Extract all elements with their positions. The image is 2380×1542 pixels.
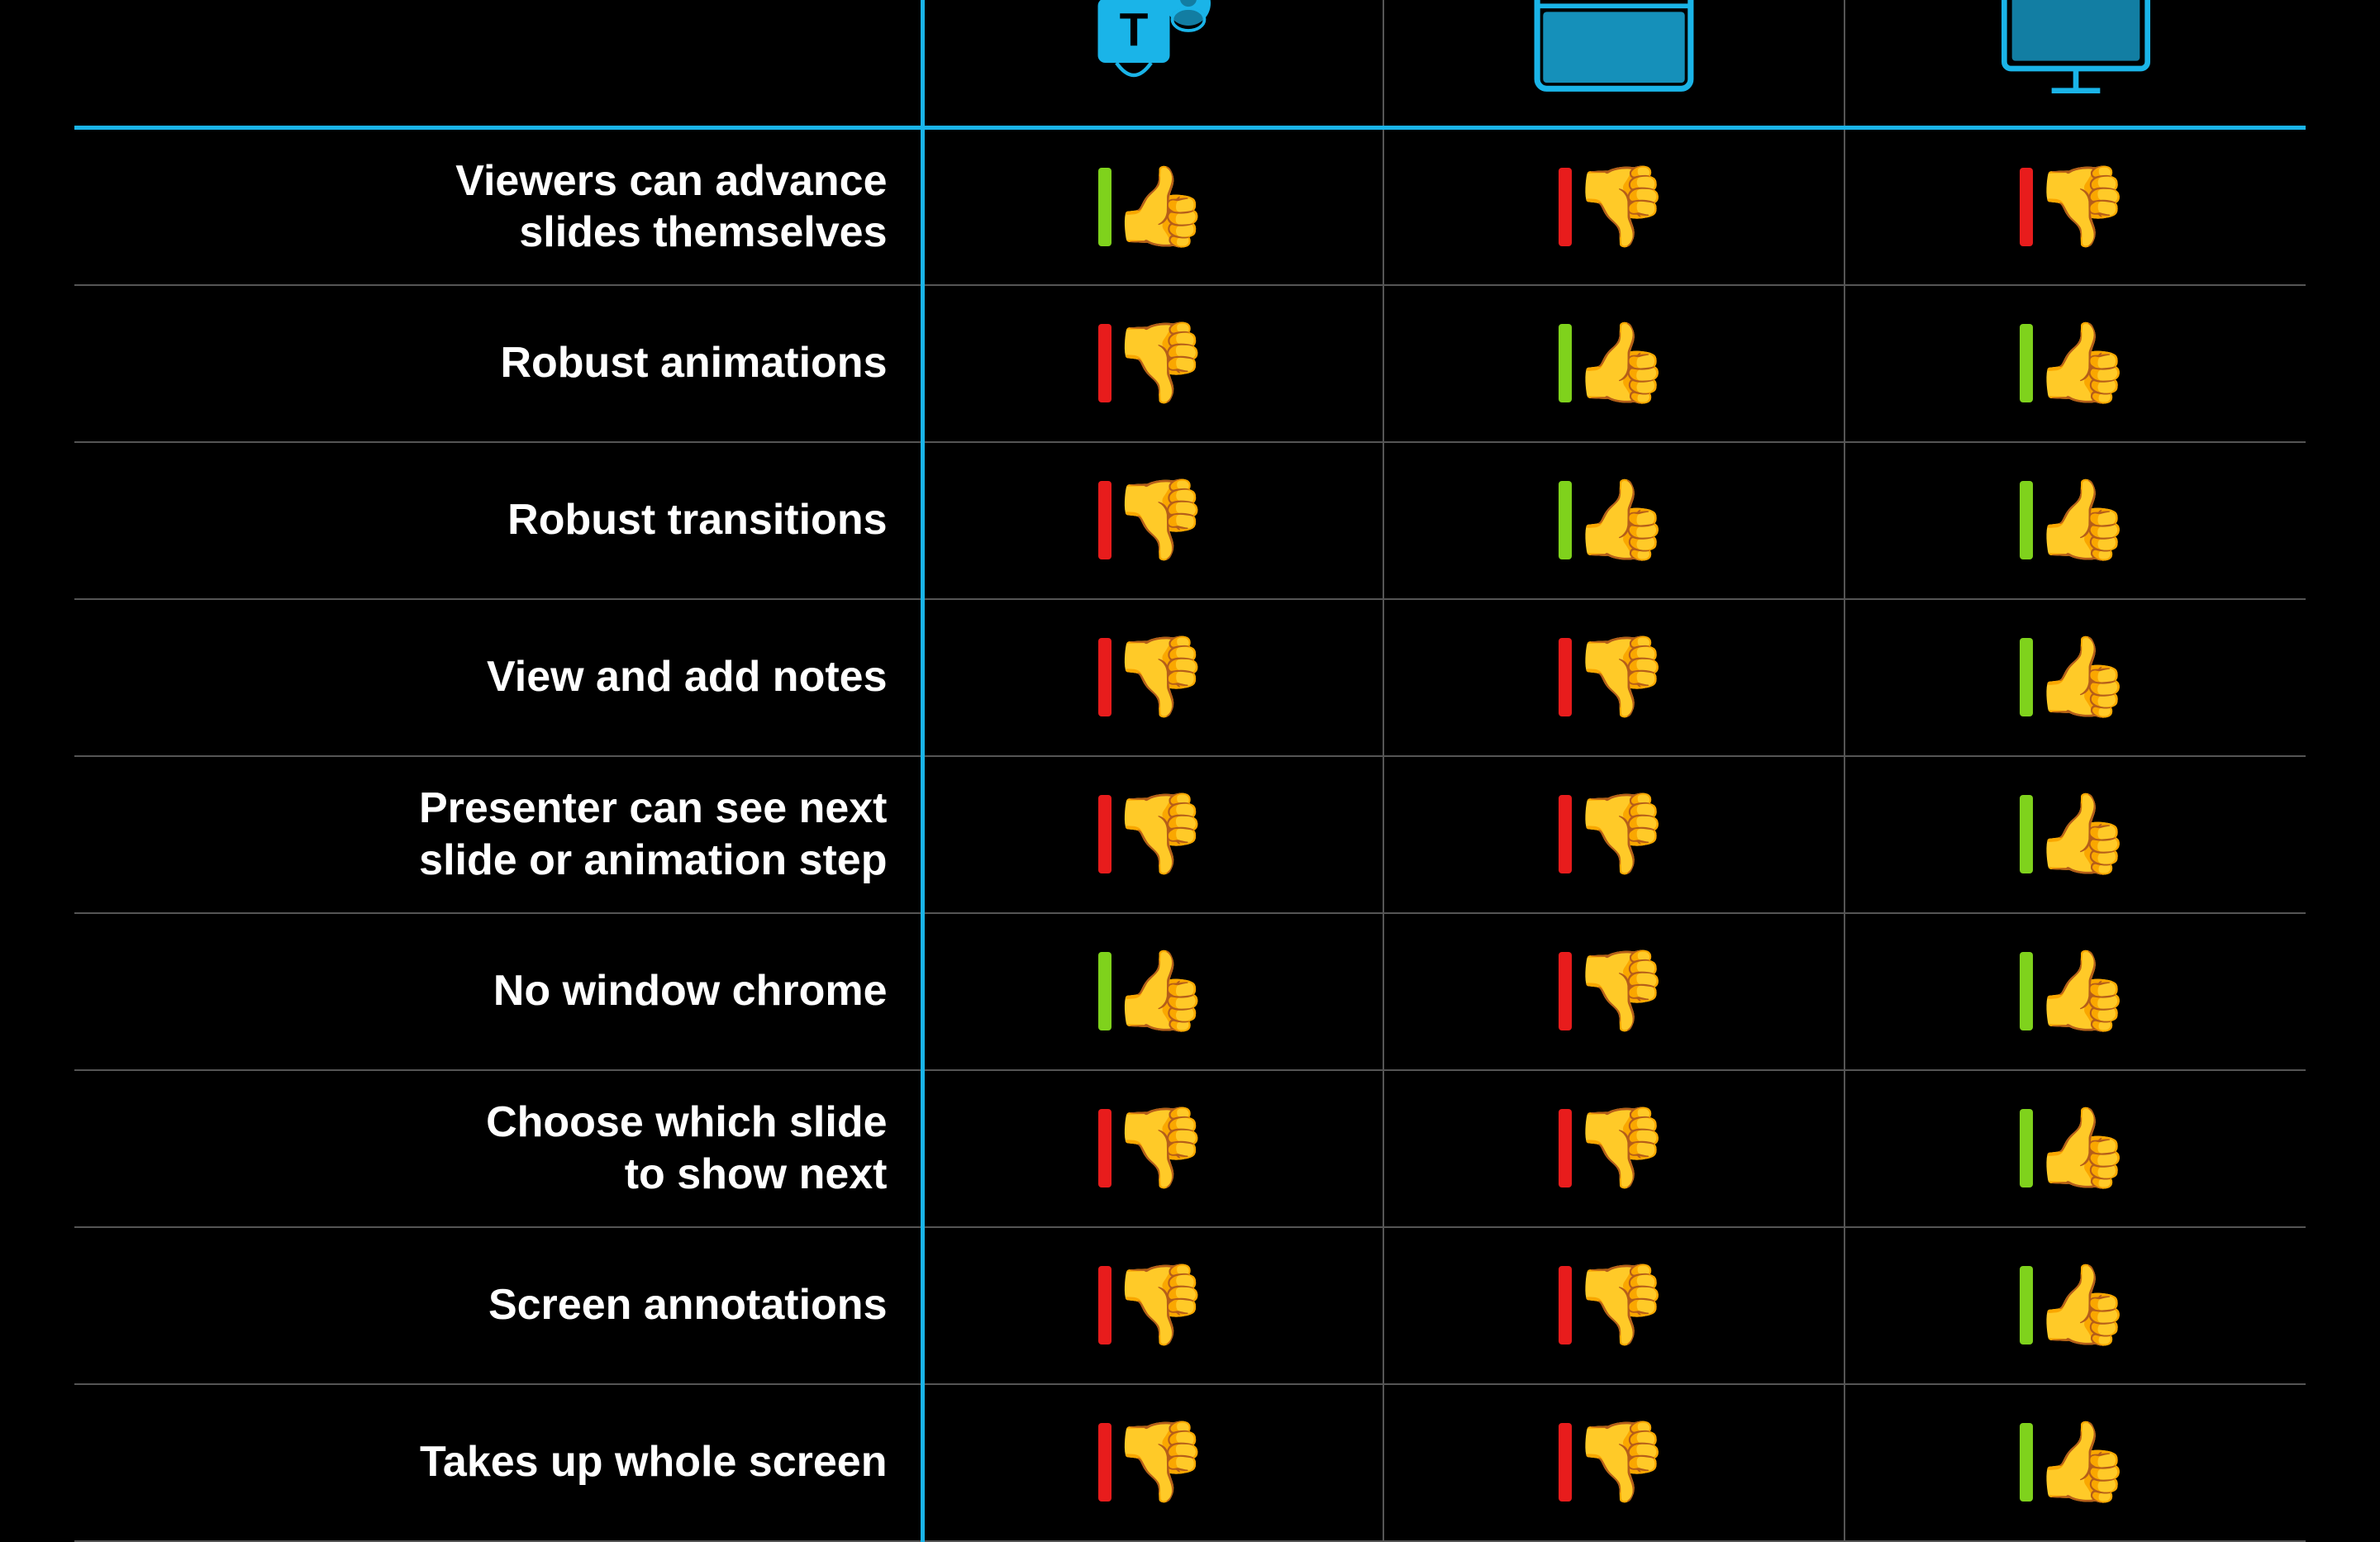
- header-browser-col: [1383, 0, 1844, 128]
- table-row: No window chrome👍👎👍: [74, 913, 2306, 1070]
- table-row: View and add notes👎👎👍: [74, 599, 2306, 756]
- header-desktop-col: [1844, 0, 2306, 128]
- thumbs-down-red: 👎: [1401, 952, 1827, 1030]
- desktop-cell: 👍: [1844, 1070, 2306, 1227]
- thumbs-down-red: 👎: [1401, 1423, 1827, 1502]
- row-label: Choose which slideto show next: [74, 1070, 922, 1227]
- thumbs-up-green: 👍: [1862, 324, 2289, 402]
- browser-cell: 👎: [1383, 128, 1844, 285]
- browser-cell: 👎: [1383, 913, 1844, 1070]
- table-row: Presenter can see nextslide or animation…: [74, 756, 2306, 913]
- row-label: No window chrome: [74, 913, 922, 1070]
- thumbs-up-green: 👍: [1862, 1423, 2289, 1502]
- teams-cell: 👎: [922, 599, 1383, 756]
- browser-icon: [1392, 0, 1835, 102]
- thumbs-down-red: 👎: [941, 638, 1367, 716]
- row-label: Takes up whole screen: [74, 1384, 922, 1541]
- teams-cell: 👍: [922, 913, 1383, 1070]
- thumbs-down-red: 👎: [1401, 638, 1827, 716]
- row-label: Viewers can advanceslides themselves: [74, 128, 922, 285]
- thumbs-up-green: 👍: [1862, 481, 2289, 559]
- table-row: Takes up whole screen👎👎👍: [74, 1384, 2306, 1541]
- thumbs-down-red: 👎: [1401, 1266, 1827, 1344]
- thumbs-up-green: 👍: [1862, 952, 2289, 1030]
- thumbs-down-red: 👎: [941, 1109, 1367, 1187]
- browser-cell: 👎: [1383, 756, 1844, 913]
- thumbs-down-red: 👎: [1401, 795, 1827, 873]
- thumbs-down-red: 👎: [1401, 168, 1827, 246]
- thumbs-up-green: 👍: [1401, 324, 1827, 402]
- table-row: Viewers can advanceslides themselves👍 👎 👎: [74, 128, 2306, 285]
- row-label: View and add notes: [74, 599, 922, 756]
- desktop-cell: 👍: [1844, 442, 2306, 599]
- browser-cell: 👎: [1383, 599, 1844, 756]
- row-label: Presenter can see nextslide or animation…: [74, 756, 922, 913]
- browser-cell: 👍: [1383, 442, 1844, 599]
- desktop-cell: 👍: [1844, 285, 2306, 442]
- monitor-icon: [1854, 0, 2297, 102]
- teams-icon: T: [933, 0, 1375, 102]
- thumbs-down-red: 👎: [1401, 1109, 1827, 1187]
- thumbs-up-green: 👍: [941, 168, 1367, 246]
- browser-cell: 👍: [1383, 285, 1844, 442]
- thumbs-down-red: 👎: [941, 795, 1367, 873]
- teams-cell: 👎: [922, 756, 1383, 913]
- browser-cell: 👎: [1383, 1227, 1844, 1384]
- teams-cell: 👎: [922, 442, 1383, 599]
- desktop-cell: 👍: [1844, 599, 2306, 756]
- desktop-cell: 👎: [1844, 128, 2306, 285]
- comparison-table: T: [74, 0, 2306, 1542]
- browser-cell: 👎: [1383, 1070, 1844, 1227]
- thumbs-up-green: 👍: [1862, 1109, 2289, 1187]
- browser-cell: 👎: [1383, 1384, 1844, 1541]
- thumbs-down-red: 👎: [941, 1266, 1367, 1344]
- teams-cell: 👎: [922, 1384, 1383, 1541]
- table-row: Robust animations👎 👍 👍: [74, 285, 2306, 442]
- teams-cell: 👎: [922, 1227, 1383, 1384]
- table-row: Choose which slideto show next👎👎👍: [74, 1070, 2306, 1227]
- row-label: Robust transitions: [74, 442, 922, 599]
- thumbs-up-green: 👍: [1862, 638, 2289, 716]
- row-label: Screen annotations: [74, 1227, 922, 1384]
- table-row: Screen annotations👎👎👍: [74, 1227, 2306, 1384]
- teams-cell: 👎: [922, 1070, 1383, 1227]
- thumbs-up-green: 👍: [1862, 795, 2289, 873]
- svg-text:T: T: [1119, 3, 1148, 56]
- thumbs-down-red: 👎: [1862, 168, 2289, 246]
- desktop-cell: 👍: [1844, 913, 2306, 1070]
- desktop-cell: 👍: [1844, 1227, 2306, 1384]
- thumbs-down-red: 👎: [941, 1423, 1367, 1502]
- desktop-cell: 👍: [1844, 756, 2306, 913]
- thumbs-up-green: 👍: [1401, 481, 1827, 559]
- header-row: T: [74, 0, 2306, 128]
- row-label: Robust animations: [74, 285, 922, 442]
- thumbs-down-red: 👎: [941, 481, 1367, 559]
- teams-cell: 👍: [922, 128, 1383, 285]
- table-row: Robust transitions👎 👍 👍: [74, 442, 2306, 599]
- header-label-col: [74, 0, 922, 128]
- thumbs-up-green: 👍: [941, 952, 1367, 1030]
- thumbs-down-red: 👎: [941, 324, 1367, 402]
- thumbs-up-green: 👍: [1862, 1266, 2289, 1344]
- desktop-cell: 👍: [1844, 1384, 2306, 1541]
- header-teams-col: T: [922, 0, 1383, 128]
- teams-cell: 👎: [922, 285, 1383, 442]
